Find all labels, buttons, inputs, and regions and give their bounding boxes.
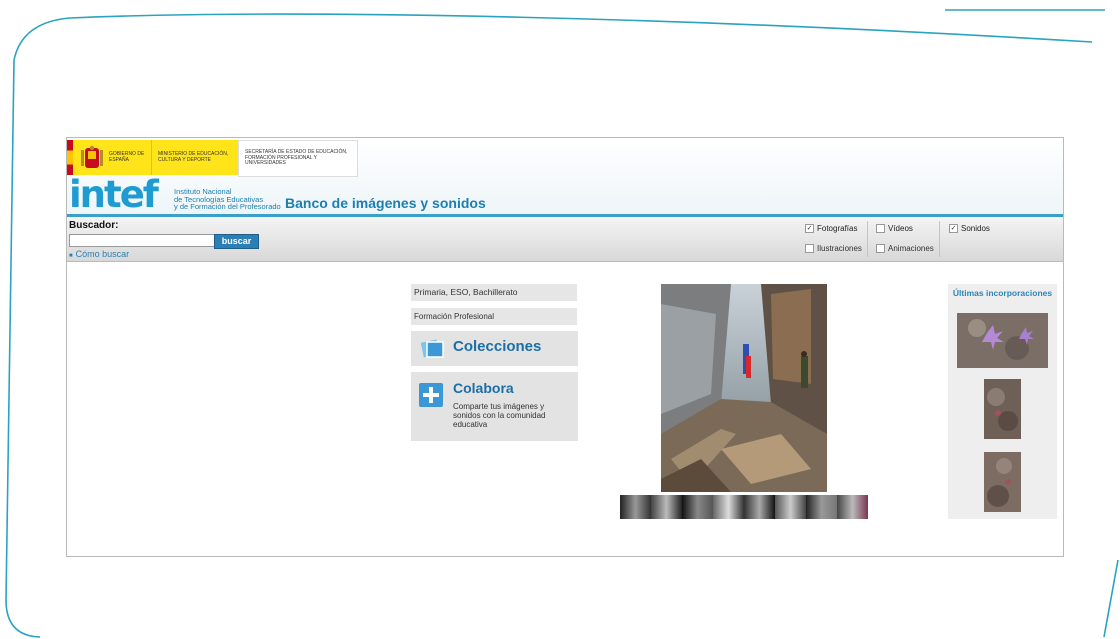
search-input[interactable] — [69, 234, 216, 247]
how-to-search-label: Cómo buscar — [75, 249, 130, 259]
website-screenshot: GOBIERNO DE ESPAÑA MINISTERIO DE EDUCACI… — [66, 137, 1064, 557]
site-title[interactable]: Banco de imágenes y sonidos — [285, 195, 486, 211]
search-button[interactable]: buscar — [214, 234, 259, 249]
collaborate-description: Comparte tus imágenes y sonidos con la c… — [453, 402, 546, 429]
secretaria-block: SECRETARÍA DE ESTADO DE EDUCACIÓN, FORMA… — [238, 140, 358, 177]
latest-thumbnail[interactable] — [957, 313, 1048, 368]
filter-divider — [939, 221, 940, 257]
filter-ilustraciones[interactable]: Ilustraciones — [805, 244, 862, 253]
latest-additions-title: Últimas incorporaciones — [952, 288, 1053, 298]
photo-thumbnail-strip[interactable] — [620, 495, 868, 519]
thumbnail[interactable] — [713, 495, 744, 519]
site-header: GOBIERNO DE ESPAÑA MINISTERIO DE EDUCACI… — [67, 138, 1063, 214]
latest-additions-panel: Últimas incorporaciones — [948, 284, 1057, 519]
filter-label: Fotografías — [817, 224, 858, 233]
thumbnail[interactable] — [775, 495, 806, 519]
checkbox-icon — [876, 224, 885, 233]
filter-label: Animaciones — [888, 244, 934, 253]
gobierno-block: GOBIERNO DE ESPAÑA — [73, 140, 151, 175]
thumbnail[interactable] — [620, 495, 651, 519]
secretaria-text: SECRETARÍA DE ESTADO DE EDUCACIÓN, FORMA… — [245, 149, 348, 167]
filter-label: Vídeos — [888, 224, 913, 233]
search-bar: Buscador: buscar ■ Cómo buscar ✓ Fotografí… — [67, 217, 1063, 262]
collections-icon — [421, 339, 444, 358]
plus-icon — [419, 383, 443, 407]
filter-fotografias[interactable]: ✓ Fotografías — [805, 224, 857, 233]
featured-photo[interactable] — [661, 284, 827, 492]
ministerio-text: MINISTERIO DE EDUCACIÓN, CULTURA Y DEPOR… — [158, 151, 229, 163]
government-banner: GOBIERNO DE ESPAÑA MINISTERIO DE EDUCACI… — [67, 140, 358, 177]
coat-of-arms-icon — [81, 145, 103, 168]
collaborate-button[interactable]: Colabora Comparte tus imágenes y sonidos… — [411, 372, 578, 441]
how-to-search-link[interactable]: ■ Cómo buscar — [69, 249, 129, 259]
filter-videos[interactable]: Vídeos — [876, 224, 913, 233]
institute-name: Instituto Nacional de Tecnologías Educat… — [174, 188, 281, 211]
thumbnail[interactable] — [806, 495, 837, 519]
menu-formacion-profesional[interactable]: Formación Profesional — [411, 308, 577, 325]
filter-animaciones[interactable]: Animaciones — [876, 244, 934, 253]
thumbnail[interactable] — [682, 495, 713, 519]
filter-sonidos[interactable]: ✓ Sonidos — [949, 224, 990, 233]
collections-button[interactable]: Colecciones — [411, 331, 578, 366]
thumbnail[interactable] — [651, 495, 682, 519]
checkbox-icon — [805, 244, 814, 253]
collections-label: Colecciones — [453, 338, 542, 355]
bullet-icon: ■ — [69, 253, 73, 259]
gobierno-text: GOBIERNO DE ESPAÑA — [109, 151, 145, 163]
filter-label: Sonidos — [961, 224, 990, 233]
latest-thumbnail[interactable] — [984, 379, 1021, 439]
checkbox-icon — [876, 244, 885, 253]
ministerio-block: MINISTERIO DE EDUCACIÓN, CULTURA Y DEPOR… — [151, 140, 238, 175]
intef-logo[interactable]: intef — [69, 176, 159, 214]
institute-line-3: y de Formación del Profesorado — [174, 202, 281, 211]
thumbnail[interactable] — [744, 495, 775, 519]
latest-thumbnail[interactable] — [984, 452, 1021, 512]
search-label: Buscador: — [69, 220, 119, 231]
thumbnail[interactable] — [837, 495, 868, 519]
filter-divider — [867, 221, 868, 257]
checkbox-checked-icon: ✓ — [949, 224, 958, 233]
checkbox-checked-icon: ✓ — [805, 224, 814, 233]
collaborate-label: Colabora — [453, 380, 514, 396]
filter-label: Ilustraciones — [817, 244, 862, 253]
menu-primaria-eso-bachillerato[interactable]: Primaria, ESO, Bachillerato — [411, 284, 577, 301]
